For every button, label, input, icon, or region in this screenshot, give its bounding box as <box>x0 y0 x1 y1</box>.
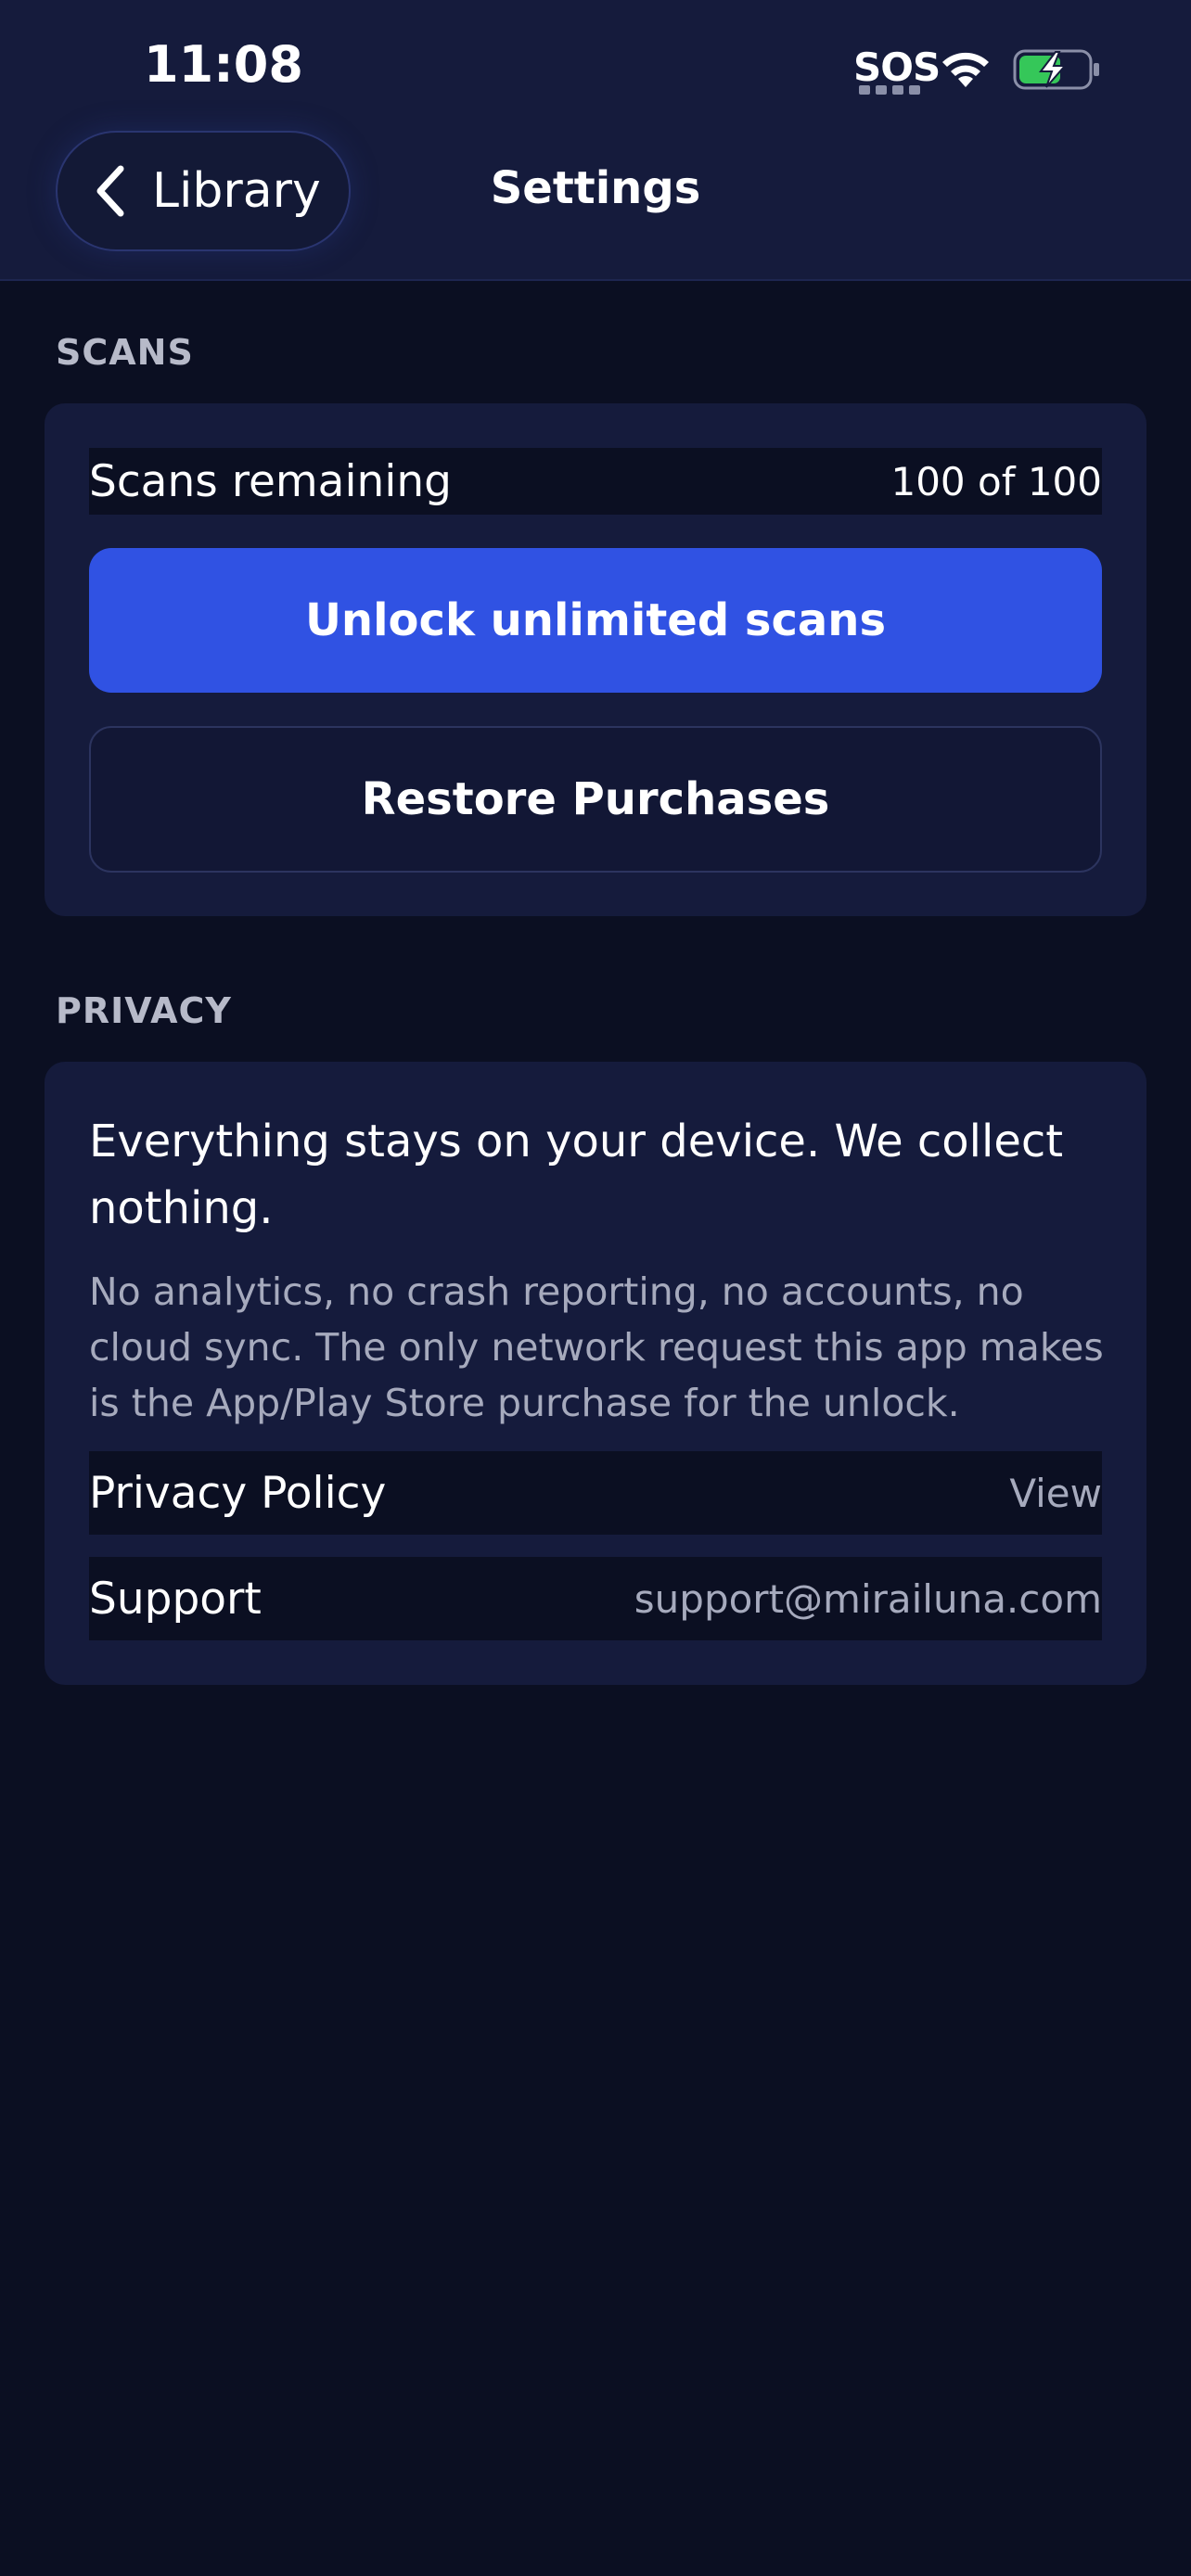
scans-remaining-row: Scans remaining 100 of 100 <box>89 448 1102 515</box>
privacy-policy-view-link[interactable]: View <box>1009 1471 1102 1516</box>
section-header-scans: SCANS <box>56 332 194 373</box>
unlock-unlimited-button[interactable]: Unlock unlimited scans <box>89 548 1102 693</box>
page-title: Settings <box>490 162 701 214</box>
support-label: Support <box>89 1573 262 1625</box>
wifi-icon <box>942 52 989 87</box>
status-time: 11:08 <box>144 35 303 94</box>
scans-remaining-label: Scans remaining <box>89 455 453 507</box>
privacy-body: No analytics, no crash reporting, no acc… <box>89 1269 1104 1425</box>
privacy-policy-row[interactable]: Privacy Policy View <box>89 1451 1102 1535</box>
scans-card: Scans remaining 100 of 100 Unlock unlimi… <box>45 403 1146 916</box>
top-bar: 11:08 SOS Library Settings <box>0 0 1191 281</box>
section-header-privacy: PRIVACY <box>56 990 232 1031</box>
privacy-card: Everything stays on your device. We coll… <box>45 1062 1146 1685</box>
support-email-link[interactable]: support@mirailuna.com <box>634 1576 1102 1622</box>
privacy-headline: Everything stays on your device. We coll… <box>89 1116 1064 1234</box>
battery-charging-icon <box>1013 49 1099 90</box>
privacy-policy-label: Privacy Policy <box>89 1467 387 1519</box>
scans-remaining-value: 100 of 100 <box>890 458 1102 504</box>
status-icons: SOS <box>853 41 1104 106</box>
restore-purchases-button[interactable]: Restore Purchases <box>89 726 1102 873</box>
signal-dots <box>859 85 924 95</box>
support-row[interactable]: Support support@mirailuna.com <box>89 1557 1102 1640</box>
sos-indicator: SOS <box>853 45 941 90</box>
